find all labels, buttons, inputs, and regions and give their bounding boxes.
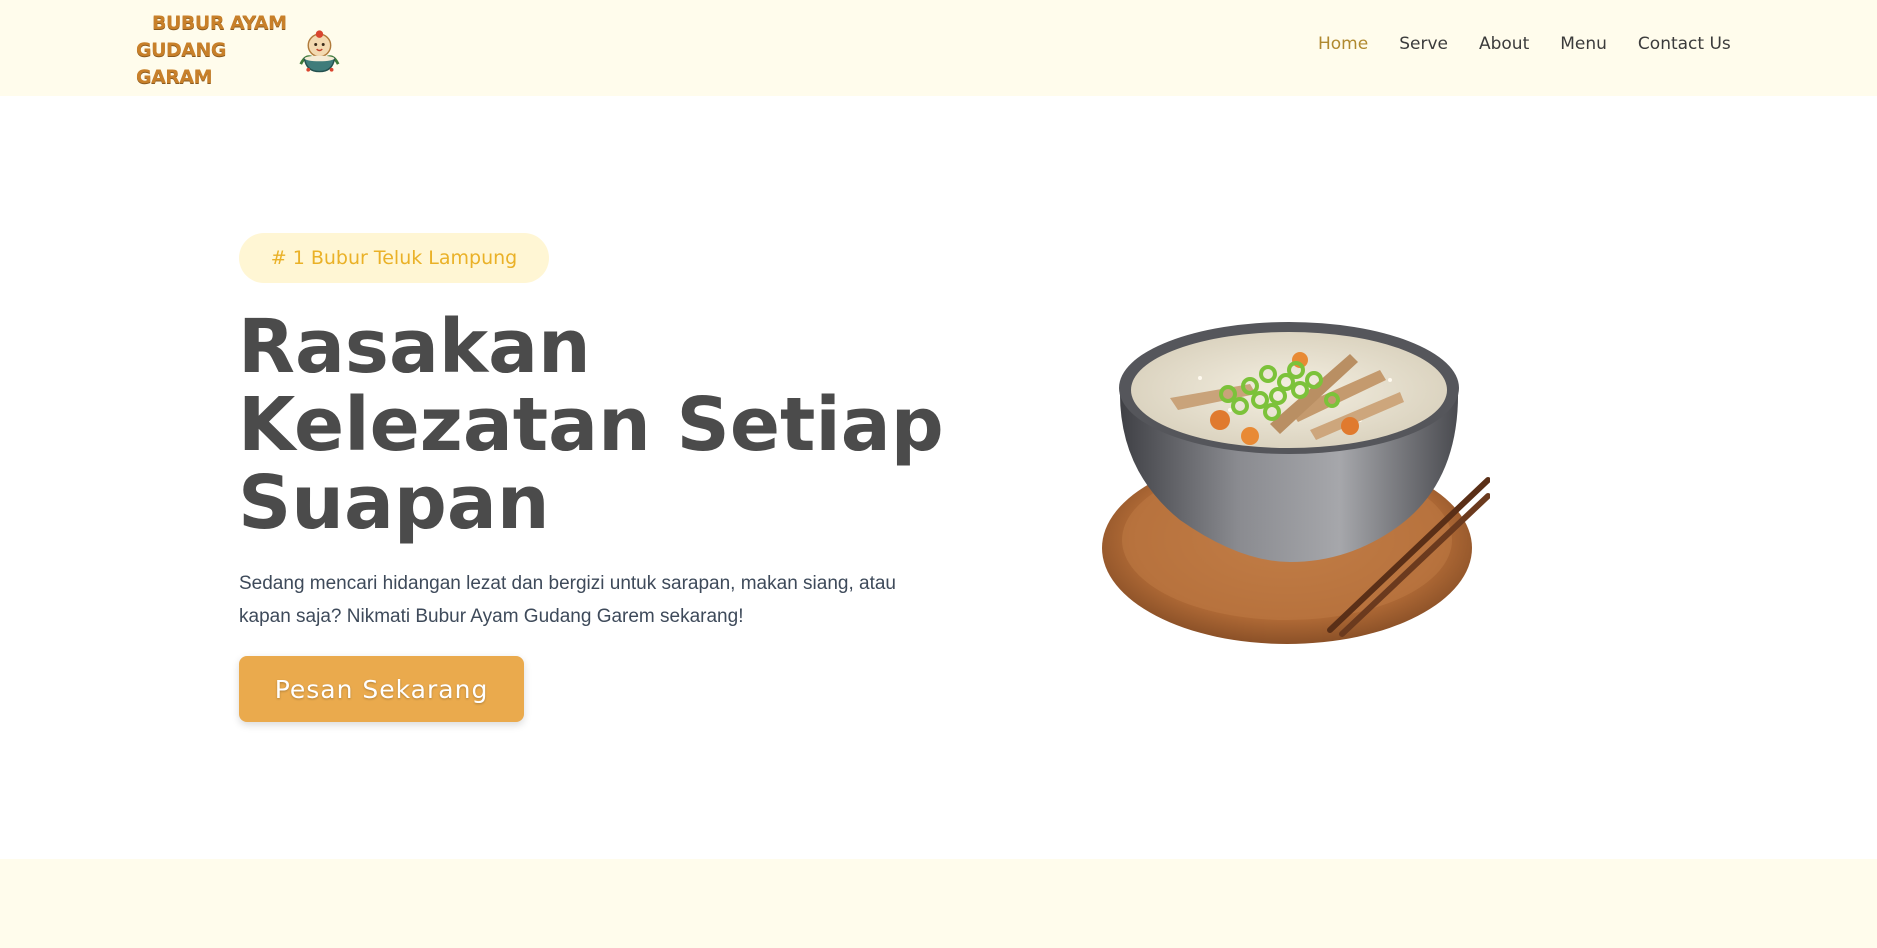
brand-line-2: GUDANG GARAM — [136, 38, 227, 88]
main-nav: Home Serve About Menu Contact Us — [1318, 32, 1731, 56]
order-now-button[interactable]: Pesan Sekarang — [239, 656, 524, 722]
next-section-band — [0, 859, 1877, 948]
nav-link-serve[interactable]: Serve — [1399, 32, 1448, 56]
navbar: BUBUR AYAM GUDANG GARAM Home Serve About… — [0, 0, 1877, 96]
headline-line-2: Kelezatan Setiap — [238, 382, 944, 468]
bubur-ayam-bowl-image — [1102, 322, 1490, 644]
hero-description: Sedang mencari hidangan lezat dan bergiz… — [239, 567, 939, 633]
brand-wordmark: BUBUR AYAM GUDANG GARAM — [136, 10, 297, 91]
brand-line-1: BUBUR AYAM — [152, 11, 287, 34]
nav-link-home[interactable]: Home — [1318, 32, 1368, 56]
headline-line-3: Suapan — [238, 460, 550, 546]
nav-link-menu[interactable]: Menu — [1560, 32, 1607, 56]
hero-headline: Rasakan Kelezatan Setiap Suapan — [238, 308, 958, 542]
nav-link-contact-us[interactable]: Contact Us — [1638, 32, 1731, 56]
headline-line-1: Rasakan — [238, 304, 591, 390]
description-line-1: Sedang mencari hidangan lezat dan bergiz… — [239, 573, 896, 594]
brand-logo[interactable]: BUBUR AYAM GUDANG GARAM — [136, 12, 342, 88]
description-line-2: kapan saja? Nikmati Bubur Ayam Gudang Ga… — [239, 606, 744, 627]
nav-link-about[interactable]: About — [1479, 32, 1529, 56]
bowl-mascot-icon — [299, 30, 340, 73]
hero-badge: # 1 Bubur Teluk Lampung — [239, 233, 549, 283]
